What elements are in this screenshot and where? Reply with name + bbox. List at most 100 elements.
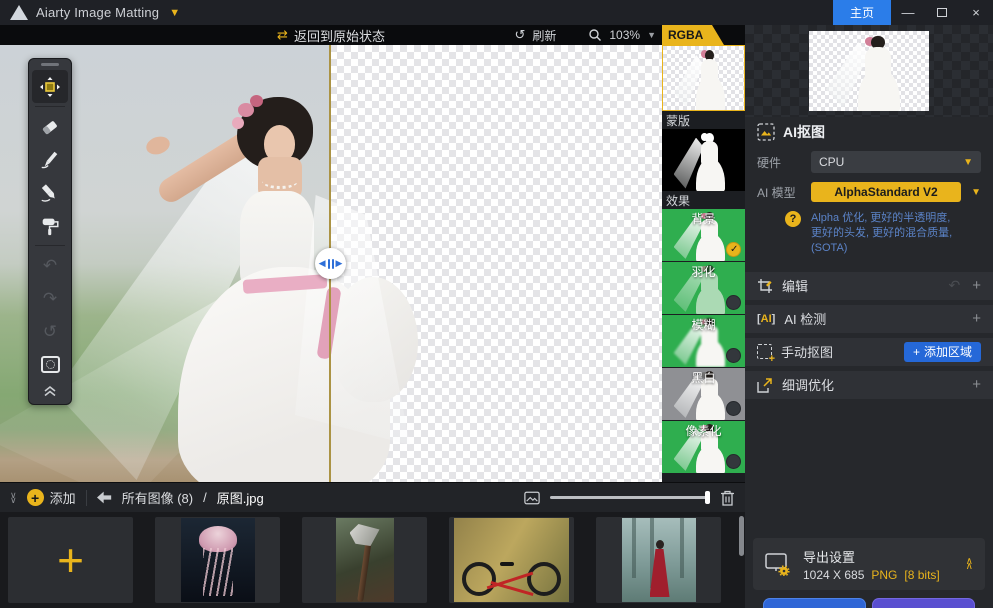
ai-matting-icon [757,123,775,141]
export-settings-title: 导出设置 [803,547,940,566]
thumbnail-size-slider[interactable] [550,496,710,499]
export-action-button[interactable] [763,598,866,608]
add-image-tile[interactable]: + [8,517,133,603]
export-settings-icon [765,552,791,576]
thumb-axe[interactable] [302,517,427,603]
model-row: AI 模型 AlphaStandard V2 ▼ [745,177,993,207]
arrow-right-icon: ▶ [336,259,343,268]
eraser-tool-button[interactable] [32,110,68,143]
minimize-button[interactable]: — [891,0,925,25]
compare-slider-handle[interactable]: ◀ ▶ [315,248,346,279]
model-select[interactable]: AlphaStandard V2 [811,182,961,202]
home-button[interactable]: 主页 [833,0,891,25]
effect-check-pixelate[interactable] [726,454,741,469]
hardware-label: 硬件 [757,154,801,171]
chevron-down-icon[interactable]: ▼ [971,187,981,198]
redo-icon: ↷ [43,289,57,309]
rotate-icon: ↺ [43,322,57,342]
hardware-row: 硬件 CPU ▼ [745,147,993,177]
eraser-icon [39,116,61,138]
rgba-preview-thumb[interactable] [662,45,745,111]
help-icon[interactable]: ? [785,211,801,227]
manual-matting-section-row[interactable]: 手动抠图 + 添加区域 [745,338,993,366]
mask-label: 蒙版 [662,111,745,129]
back-arrow-icon[interactable] [97,491,112,504]
pen-tool-button[interactable] [32,143,68,176]
expand-plus-icon[interactable]: + [972,310,981,327]
swap-arrows-icon: ⇄ [277,27,288,43]
marquee-tool-button[interactable] [32,348,68,381]
thumb-jellyfish[interactable] [155,517,280,603]
main-canvas[interactable]: ◀ ▶ [0,45,662,482]
brush-icon [39,182,61,204]
slider-handle[interactable] [705,491,710,504]
chevron-down-icon[interactable]: ▼ [169,7,180,19]
thumb-woman-red[interactable] [596,517,721,603]
effect-thumb-feather[interactable]: 羽化 [662,262,745,314]
filmstrip: + [0,512,745,608]
paint-roller-icon [39,215,61,237]
result-preview-thumb[interactable] [809,31,929,111]
mask-preview-thumb[interactable] [662,129,745,191]
effects-label: 效果 [662,191,745,209]
titlebar: Aiarty Image Matting ▼ 主页 — × [0,0,993,25]
zoom-level[interactable]: 103% [609,28,640,42]
double-chevron-up-icon[interactable]: ∧∧ [966,559,973,570]
ai-detect-icon: [AI] [757,313,775,325]
app-logo-icon [10,5,28,20]
effect-thumb-bw[interactable]: 黑白 [662,368,745,420]
edit-crop-icon [757,278,773,294]
effect-thumb-blur[interactable]: 模糊 [662,315,745,367]
model-desc-line1: Alpha 优化, 更好的半透明度, [811,211,981,226]
close-button[interactable]: × [959,0,993,25]
ai-detect-section-row[interactable]: [AI] AI 检测 + [745,305,993,333]
expand-plus-icon[interactable]: + [972,376,981,393]
refine-section-row[interactable]: 细调优化 + [745,371,993,399]
plus-icon: + [27,489,44,506]
add-region-button[interactable]: + 添加区域 [904,342,981,362]
effect-thumb-background[interactable]: 背景 [662,209,745,261]
jellyfish-image [181,518,255,602]
effect-check-bw[interactable] [726,401,741,416]
move-icon [39,76,61,98]
thumb-bike[interactable] [449,517,574,603]
collapse-palette-button[interactable] [32,381,68,401]
bottom-action-buttons [763,598,975,608]
maximize-icon [937,8,947,17]
refine-icon [757,377,773,393]
refine-label: 细调优化 [782,375,834,394]
arrow-left-icon: ◀ [319,259,326,268]
breadcrumb-all-images[interactable]: 所有图像 (8) [122,488,194,507]
trash-icon[interactable] [720,490,735,506]
filmstrip-scrollbar[interactable] [739,516,744,556]
effect-check-background[interactable] [726,242,741,257]
reset-rotate-button[interactable]: ↺ [32,315,68,348]
undo-button[interactable]: ↶ [32,249,68,282]
hardware-select[interactable]: CPU ▼ [811,151,981,173]
palette-drag-handle[interactable] [41,63,59,66]
collapse-filmstrip-button[interactable]: ∨∨ [10,493,17,503]
filmstrip-toolbar: ∨∨ + 添加 所有图像 (8) / 原图.jpg [0,482,745,512]
model-desc-line2: 更好的头发, 更好的混合质量, (SOTA) [811,226,981,256]
refresh-icon[interactable]: ↺ [514,27,525,43]
tab-rgba[interactable]: RGBA [662,25,724,45]
effect-check-blur[interactable] [726,348,741,363]
effect-thumb-pixelate[interactable]: 像素化 [662,421,745,473]
pen-icon [39,149,61,171]
expand-plus-icon[interactable]: + [972,277,981,294]
edit-section-row[interactable]: 编辑 ↶ + [745,272,993,300]
secondary-action-button[interactable] [872,598,975,608]
brush-tool-button[interactable] [32,176,68,209]
export-settings-card[interactable]: 导出设置 1024 X 685 PNG [8 bits] ∧∧ [753,538,985,590]
move-tool-button[interactable] [32,70,68,103]
plus-icon: + [913,345,920,359]
maximize-button[interactable] [925,0,959,25]
section-undo-icon[interactable]: ↶ [949,277,961,294]
zoom-chevron-icon[interactable]: ▼ [647,30,656,40]
redo-button[interactable]: ↷ [32,282,68,315]
refresh-label[interactable]: 刷新 [532,27,556,44]
edit-label: 编辑 [782,276,808,295]
roller-tool-button[interactable] [32,209,68,242]
effect-check-feather[interactable] [726,295,741,310]
add-image-button[interactable]: + 添加 [27,488,76,507]
